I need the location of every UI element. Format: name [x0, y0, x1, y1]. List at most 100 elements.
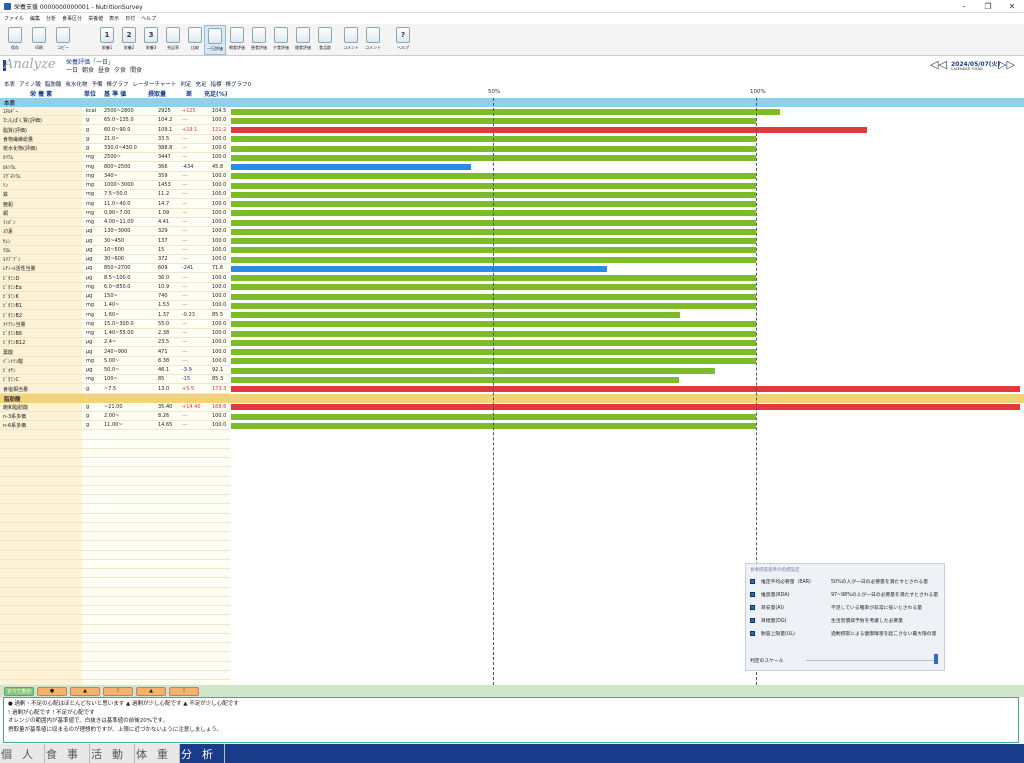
toolbar-button-5[interactable]: 2 栄養2	[118, 25, 140, 55]
toolbar-button-17[interactable]: ? ヘルプ	[392, 25, 414, 55]
table-row[interactable]: 脂質(評価) g 60.0~90.0 109.1 +19.1 121.2	[0, 126, 230, 135]
toolbar-button-16[interactable]: コメント	[362, 25, 384, 55]
prev-day-icon[interactable]: ◁◁	[930, 58, 947, 71]
table-row[interactable]: ﾋﾞｵﾁﾝ µg 50.0~ 46.1 -3.9 92.1	[0, 366, 230, 376]
checkbox-icon[interactable]	[750, 592, 755, 597]
nav-tab-2[interactable]: 食事	[45, 744, 90, 763]
filter-tab[interactable]: !	[103, 686, 133, 696]
table-row[interactable]: ﾘﾝ mg 1000~3000 1453 --- 100.0	[0, 181, 230, 191]
table-row[interactable]: ﾚﾁﾉｰﾙ活性当量 µg 850~2700 609 -241 71.6	[0, 264, 230, 274]
view-option[interactable]: 予備	[91, 80, 102, 88]
table-row[interactable]: ﾋﾞﾀﾐﾝB6 mg 1.40~55.00 2.38 --- 100.0	[0, 329, 230, 339]
table-row[interactable]: ﾋﾞﾀﾐﾝD µg 8.5~100.0 36.0 --- 100.0	[0, 274, 230, 283]
filter-tab[interactable]: ●	[37, 686, 67, 696]
table-row[interactable]: ﾋﾞﾀﾐﾝC mg 100~ 85 -15 85.3	[0, 375, 230, 385]
table-row[interactable]: ﾋﾞﾀﾐﾝK µg 150~ 740 --- 100.0	[0, 292, 230, 302]
checkbox-icon[interactable]	[750, 579, 755, 584]
table-row[interactable]: ｶﾙｼｳﾑ mg 800~2500 366 -434 45.8	[0, 163, 230, 172]
nav-tab-3[interactable]: 活動	[90, 744, 135, 763]
meal-option[interactable]: 昼食	[98, 65, 110, 74]
menu-item[interactable]: 日付	[125, 15, 135, 22]
view-option[interactable]: 本表	[4, 80, 15, 88]
table-row[interactable]: 食塩相当量 g ~7.5 13.0 +5.5 173.3	[0, 385, 230, 394]
table-row[interactable]: ﾏｸﾞﾈｼｳﾑ mg 340~ 359 --- 100.0	[0, 172, 230, 181]
checkbox-icon[interactable]	[750, 618, 755, 623]
table-row[interactable]: ﾊﾟﾝﾄﾃﾝ酸 mg 5.00~ 8.38 --- 100.0	[0, 357, 230, 366]
menu-item[interactable]: 編集	[30, 15, 40, 22]
meal-option[interactable]: 夕食	[114, 65, 126, 74]
view-option[interactable]: アミノ酸	[19, 80, 41, 88]
toolbar-button-3[interactable]: コピー	[52, 25, 74, 55]
legend-item[interactable]: 耐容上限量(UL) 過剰摂取による健康障害を起こさない最大限の量	[750, 630, 936, 637]
menu-item[interactable]: 栄養値	[88, 15, 103, 22]
legend-item[interactable]: 目標量(DG) 生活習慣病予防を考慮した必要量	[750, 617, 903, 624]
toolbar-button-9[interactable]: 一日評価	[204, 25, 226, 55]
legend-item[interactable]: 目安量(AI) 不足している確率が非常に低いとされる量	[750, 604, 922, 611]
filter-tab[interactable]: !	[169, 686, 199, 696]
scale-slider-track[interactable]	[806, 660, 934, 661]
toolbar-button-15[interactable]: コメント	[340, 25, 362, 55]
scale-slider-thumb[interactable]	[934, 654, 938, 664]
menu-item[interactable]: 食事区分	[62, 15, 82, 22]
menu-item[interactable]: ヘルプ	[141, 15, 156, 22]
calendar-today-links[interactable]: CALENDAR TODAY	[951, 67, 983, 71]
table-row[interactable]: ﾓﾘﾌﾞﾃﾞﾝ µg 30~600 372 --- 100.0	[0, 255, 230, 265]
filter-tab[interactable]: すべて表示	[4, 686, 34, 696]
table-row[interactable]: たんぱく質(評価) g 65.0~135.0 104.2 --- 100.0	[0, 116, 230, 126]
meal-option[interactable]: 一日	[66, 65, 78, 74]
checkbox-icon[interactable]	[750, 605, 755, 610]
close-button[interactable]: ✕	[1000, 0, 1024, 13]
filter-tab[interactable]: ▲	[70, 686, 100, 696]
toolbar-button-7[interactable]: 充足率	[162, 25, 184, 55]
table-row[interactable]: ｶﾘｳﾑ mg 2500~ 3447 --- 100.0	[0, 153, 230, 163]
nav-tab-5[interactable]: 分析	[180, 744, 225, 763]
table-row[interactable]: ﾋﾞﾀﾐﾝB12 µg 2.4~ 23.5 --- 100.0	[0, 338, 230, 348]
table-row[interactable]: ﾋﾞﾀﾐﾝEα mg 6.0~850.0 10.9 --- 100.0	[0, 283, 230, 292]
toolbar-button-13[interactable]: 間食評価	[292, 25, 314, 55]
table-row[interactable]: 炭水化物(評価) g 330.0~430.0 388.8 --- 100.0	[0, 144, 230, 154]
toolbar-button-8[interactable]: 比較	[184, 25, 206, 55]
view-option[interactable]: 判定	[180, 80, 191, 88]
legend-item[interactable]: 推定平均必要量（EAR） 50%の人が一日の必要量を満たすとされる量	[750, 578, 928, 585]
table-row[interactable]: ﾋﾞﾀﾐﾝB1 mg 1.40~ 1.53 --- 100.0	[0, 301, 230, 311]
table-row[interactable]: ｾﾚﾝ µg 30~450 137 --- 100.0	[0, 237, 230, 246]
view-option[interactable]: 指標	[210, 80, 221, 88]
table-row[interactable]: 亜鉛 mg 11.0~40.0 14.7 --- 100.0	[0, 200, 230, 209]
table-row[interactable]: ﾖｳ素 µg 130~3000 329 --- 100.0	[0, 227, 230, 237]
maximize-button[interactable]: ❐	[976, 0, 1000, 13]
toolbar-button-6[interactable]: 3 栄養3	[140, 25, 162, 55]
menu-item[interactable]: 分析	[46, 15, 56, 22]
view-option[interactable]: 棒グラフ	[106, 80, 128, 88]
table-row[interactable]: ｸﾛﾑ µg 10~500 15 --- 100.0	[0, 246, 230, 255]
meal-option[interactable]: 朝食	[82, 65, 94, 74]
view-option[interactable]: レーダーチャート	[132, 80, 176, 88]
nav-tab-1[interactable]: 個人	[0, 744, 45, 763]
table-row[interactable]: ﾏﾝｶﾞﾝ mg 4.00~11.00 4.41 --- 100.0	[0, 218, 230, 228]
filter-tab[interactable]: ▲	[136, 686, 166, 696]
table-row[interactable]: 葉酸 µg 240~900 471 --- 100.0	[0, 348, 230, 357]
table-row[interactable]: ﾅｲｱｼﾝ当量 mg 15.0~300.0 55.0 --- 100.0	[0, 320, 230, 329]
toolbar-button-4[interactable]: 1 栄養1	[96, 25, 118, 55]
menu-item[interactable]: 表示	[109, 15, 119, 22]
table-row[interactable]: 飽和脂肪酸 g ~21.00 35.40 +14.40 168.6	[0, 403, 230, 412]
view-option[interactable]: 棒グラフ0	[225, 80, 251, 88]
table-row[interactable]: 銅 mg 0.90~7.00 1.09 --- 100.0	[0, 209, 230, 218]
table-row[interactable]: 食物繊維総量 g 21.0~ 33.5 --- 100.0	[0, 135, 230, 144]
nav-tab-4[interactable]: 体重	[135, 744, 180, 763]
meal-option[interactable]: 間食	[130, 65, 142, 74]
table-row[interactable]: n-6系多価 g 11.00~ 14.65 --- 100.0	[0, 421, 230, 431]
table-row[interactable]: ｴﾈﾙｷﾞｰ kcal 2500~2800 2925 +125 104.5	[0, 107, 230, 117]
checkbox-icon[interactable]	[750, 631, 755, 636]
view-option[interactable]: 炭水化物	[65, 80, 87, 88]
next-day-icon[interactable]: ▷▷	[998, 58, 1015, 71]
table-row[interactable]: ﾋﾞﾀﾐﾝB2 mg 1.60~ 1.37 -0.23 85.5	[0, 311, 230, 320]
toolbar-button-1[interactable]: 保存	[4, 25, 26, 55]
toolbar-button-2[interactable]: 印刷	[28, 25, 50, 55]
toolbar-button-12[interactable]: 夕食評価	[270, 25, 292, 55]
toolbar-button-11[interactable]: 昼食評価	[248, 25, 270, 55]
minimize-button[interactable]: –	[952, 0, 976, 13]
legend-item[interactable]: 推奨量(RDA) 97~98%の人が一日の必要量を満たすとされる量	[750, 591, 938, 598]
view-option[interactable]: 充足	[195, 80, 206, 88]
table-row[interactable]: 鉄 mg 7.5~50.0 11.2 --- 100.0	[0, 190, 230, 200]
toolbar-button-14[interactable]: 食品群	[314, 25, 336, 55]
